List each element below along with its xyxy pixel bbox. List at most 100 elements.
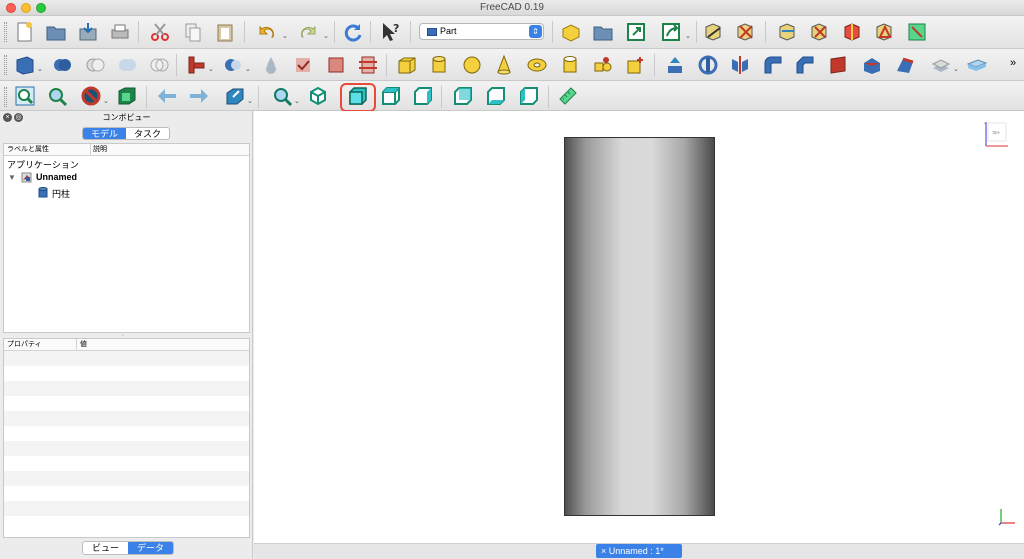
common-icon[interactable]	[148, 54, 170, 76]
document-tab[interactable]: × Unnamed : 1*	[596, 544, 682, 558]
offset-dropdown-icon[interactable]: ⌄	[953, 65, 959, 73]
make-face-icon[interactable]	[828, 54, 850, 76]
fuse-icon[interactable]	[116, 54, 138, 76]
make-link-icon[interactable]	[625, 21, 647, 43]
tab-data[interactable]: データ	[128, 542, 174, 554]
new-document-icon[interactable]	[13, 21, 35, 43]
undo-dropdown-icon[interactable]: ⌄	[282, 32, 288, 40]
open-document-icon[interactable]	[45, 21, 67, 43]
view-box-dropdown-icon[interactable]: ⌄	[37, 65, 43, 73]
tab-model[interactable]: モデル	[83, 128, 127, 139]
split-dropdown-icon[interactable]: ⌄	[245, 65, 251, 73]
extrude-icon[interactable]	[664, 54, 686, 76]
shape-builder-icon[interactable]	[624, 54, 646, 76]
primitives-dialog-icon[interactable]	[592, 54, 614, 76]
tree-document-unnamed[interactable]: Unnamed	[36, 172, 77, 182]
fit-selection-icon[interactable]	[46, 85, 68, 107]
sphere-primitive-icon[interactable]	[461, 54, 483, 76]
close-tab-icon[interactable]: ×	[601, 546, 606, 556]
mirror-icon[interactable]	[729, 54, 751, 76]
measure-clear-icon[interactable]	[809, 21, 831, 43]
measure-toggle-3d-icon[interactable]	[842, 21, 864, 43]
redo-dropdown-icon[interactable]: ⌄	[323, 32, 329, 40]
tree-header-description[interactable]: 説明	[90, 144, 107, 156]
view-bottom-icon[interactable]	[485, 85, 507, 107]
property-row	[4, 441, 249, 456]
cut-icon[interactable]	[149, 21, 171, 43]
boolean-icon[interactable]	[51, 54, 73, 76]
fillet-icon[interactable]	[762, 54, 784, 76]
offset-icon[interactable]	[930, 54, 952, 76]
cone-primitive-icon[interactable]	[493, 54, 515, 76]
isometric-dropdown-icon[interactable]: ⌄	[294, 97, 300, 105]
measure-angular-icon[interactable]	[735, 21, 757, 43]
undo-icon[interactable]	[256, 21, 278, 43]
toolbar-separator	[654, 54, 655, 76]
measure-refresh-icon[interactable]	[777, 21, 799, 43]
measure-toggle-all-icon[interactable]	[906, 21, 928, 43]
measure-toggle-delta-icon[interactable]	[874, 21, 896, 43]
view-top-icon[interactable]	[380, 85, 402, 107]
float-panel-icon[interactable]: ◎	[14, 113, 23, 122]
redo-icon[interactable]	[297, 21, 319, 43]
std-view-dropdown-icon[interactable]: ⌄	[247, 97, 253, 105]
whats-this-icon[interactable]: ?	[380, 21, 402, 43]
paste-icon[interactable]	[214, 21, 236, 43]
revolve-icon[interactable]	[697, 54, 719, 76]
view-left-icon[interactable]	[518, 85, 540, 107]
previous-view-icon[interactable]	[156, 85, 178, 107]
tree-root-application[interactable]: アプリケーション	[7, 158, 79, 171]
cylinder-primitive-icon[interactable]	[428, 54, 450, 76]
compound-icon[interactable]	[260, 54, 282, 76]
create-group-icon[interactable]	[592, 21, 614, 43]
view-right-icon[interactable]	[412, 85, 434, 107]
tube-icon[interactable]	[559, 54, 581, 76]
fit-all-icon[interactable]	[14, 85, 36, 107]
isometric-view-icon[interactable]	[271, 85, 293, 107]
measure-linear-icon[interactable]	[703, 21, 725, 43]
section-icon[interactable]	[357, 54, 379, 76]
view-iso-cube-icon[interactable]	[307, 85, 329, 107]
save-document-icon[interactable]	[77, 21, 99, 43]
tab-view[interactable]: ビュー	[83, 542, 128, 554]
check-geometry-icon[interactable]	[292, 54, 314, 76]
3d-viewport[interactable]: ﾌﾛﾝﾄ ^	[254, 111, 1024, 543]
box-primitive-icon[interactable]	[396, 54, 418, 76]
tree-object-cylinder[interactable]: 円柱	[52, 187, 70, 200]
draw-style-dropdown-icon[interactable]: ⌄	[103, 97, 109, 105]
expand-arrow-icon[interactable]: ▼	[8, 173, 16, 182]
property-header-name[interactable]: プロパティ	[7, 339, 42, 351]
join-features-icon[interactable]	[185, 54, 207, 76]
toolbar-overflow-icon[interactable]: »	[1010, 57, 1016, 69]
link-actions-dropdown-icon[interactable]: ⌄	[685, 32, 691, 40]
chamfer-icon[interactable]	[794, 54, 816, 76]
torus-primitive-icon[interactable]	[526, 54, 548, 76]
split-icon[interactable]	[222, 54, 244, 76]
next-view-icon[interactable]	[188, 85, 210, 107]
property-header-value[interactable]: 値	[76, 339, 87, 351]
cut-shape-icon[interactable]	[84, 54, 106, 76]
defeaturing-icon[interactable]	[325, 54, 347, 76]
navigation-cube[interactable]: ﾌﾛﾝﾄ ^	[983, 120, 1011, 150]
join-dropdown-icon[interactable]: ⌄	[208, 65, 214, 73]
close-panel-icon[interactable]: ×	[3, 113, 12, 122]
thickness-icon[interactable]	[966, 54, 988, 76]
bounding-box-icon[interactable]	[116, 85, 138, 107]
tab-task[interactable]: タスク	[126, 128, 169, 139]
measure-distance-icon[interactable]	[557, 85, 579, 107]
std-view-menu-icon[interactable]	[224, 85, 246, 107]
workbench-selector[interactable]: Part ⇕	[419, 23, 544, 40]
loft-icon[interactable]	[894, 54, 916, 76]
tree-header-label[interactable]: ラベルと属性	[7, 144, 49, 156]
std-view-box-icon[interactable]	[14, 54, 36, 76]
copy-icon[interactable]	[182, 21, 204, 43]
cylinder-shape[interactable]	[564, 137, 715, 516]
link-actions-icon[interactable]	[660, 21, 682, 43]
print-icon[interactable]	[109, 21, 131, 43]
view-rear-icon[interactable]	[452, 85, 474, 107]
toolbar-separator	[441, 86, 442, 108]
refresh-icon[interactable]	[342, 21, 364, 43]
create-part-icon[interactable]	[560, 21, 582, 43]
draw-style-icon[interactable]	[80, 85, 102, 107]
ruled-surface-icon[interactable]	[861, 54, 883, 76]
